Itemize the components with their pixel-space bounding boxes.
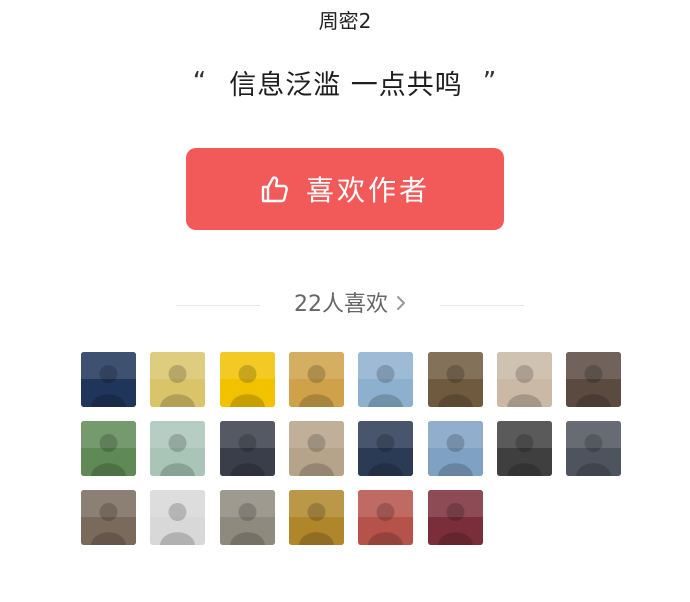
- open-quote-mark: “: [192, 67, 208, 97]
- close-quote-mark: ”: [482, 67, 498, 97]
- avatar-logo-d[interactable]: [220, 352, 275, 407]
- like-button-label: 喜欢作者: [305, 174, 430, 207]
- avatar-man-fan[interactable]: [428, 352, 483, 407]
- avatar-city-night[interactable]: [428, 490, 483, 545]
- author-quote: “ 信息泛滥 一点共鸣 ”: [0, 66, 690, 106]
- avatar-man-cap-poster[interactable]: [150, 490, 205, 545]
- avatar-man-black-suit[interactable]: [497, 421, 552, 476]
- avatar-blurred[interactable]: [150, 421, 205, 476]
- thumbs-up-icon: [260, 174, 290, 204]
- avatar-woman-glasses[interactable]: [81, 490, 136, 545]
- divider-left: [176, 305, 260, 306]
- like-author-panel: 周密2 “ 信息泛滥 一点共鸣 ” 喜欢作者 22人喜欢: [0, 0, 690, 602]
- avatar-calligraphy-plate[interactable]: [497, 352, 552, 407]
- avatar-golden-plants[interactable]: [289, 490, 344, 545]
- avatar-coast-cliff[interactable]: [428, 421, 483, 476]
- avatar-man-cap-street[interactable]: [220, 490, 275, 545]
- avatar-green-book[interactable]: [81, 421, 136, 476]
- avatar-man-suit[interactable]: [220, 421, 275, 476]
- like-author-button[interactable]: 喜欢作者: [186, 148, 504, 230]
- avatar-woman-poster[interactable]: [289, 421, 344, 476]
- avatar-man-suit-tie[interactable]: [358, 421, 413, 476]
- avatar-beach[interactable]: [358, 352, 413, 407]
- author-name: 周密2: [318, 9, 372, 33]
- likers-count-link[interactable]: 22人喜欢: [270, 288, 430, 322]
- avatar-delight-logo[interactable]: [289, 352, 344, 407]
- likers-count-text: 22人喜欢: [294, 292, 388, 317]
- avatar-book-cover-blue[interactable]: [81, 352, 136, 407]
- chevron-right-icon: [396, 288, 406, 322]
- avatar-dark-stones[interactable]: [566, 352, 621, 407]
- avatar-man-grey-suit[interactable]: [566, 421, 621, 476]
- divider-right: [440, 305, 524, 306]
- avatar-painting-figures[interactable]: [358, 490, 413, 545]
- quote-text: 信息泛滥 一点共鸣: [229, 70, 463, 101]
- avatar-man-yellow-shirt[interactable]: [150, 352, 205, 407]
